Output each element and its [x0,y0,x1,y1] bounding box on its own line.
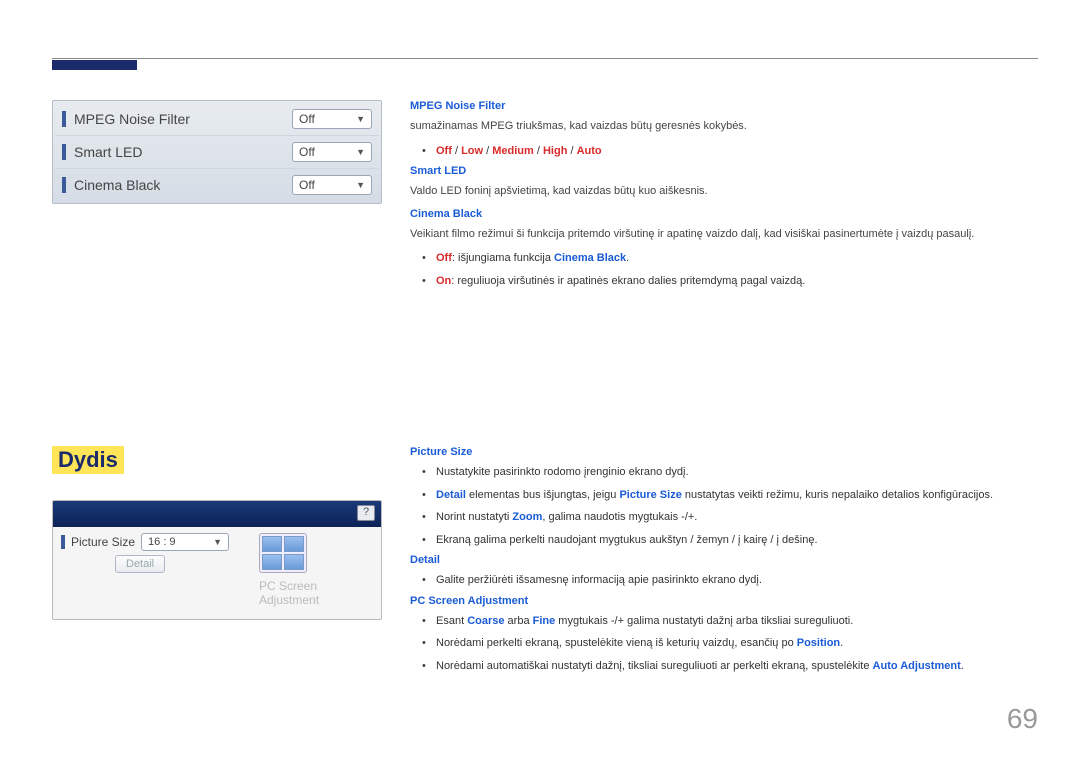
title-cinema: Cinema Black [410,208,1038,220]
dropdown-value: 16 : 9 [148,536,176,548]
title-smartled: Smart LED [410,165,1038,177]
chevron-down-icon: ▼ [356,147,365,157]
dropdown-smartled[interactable]: Off ▼ [292,142,372,162]
section-1: MPEG Noise Filter Off ▼ Smart LED Off ▼ … [52,100,1038,295]
position-grid[interactable] [259,533,307,573]
pcsa-b3: Norėdami automatiškai nustatyti dažnį, t… [422,658,1038,675]
dropdown-cinema[interactable]: Off ▼ [292,175,372,195]
desc-mpeg: sumažinamas MPEG triukšmas, kad vaizdas … [410,118,1038,135]
menu-label: Cinema Black [74,177,292,193]
ps-b4: Ekraną galima perkelti naudojant mygtuku… [422,532,1038,549]
header-accent [52,60,137,70]
ps-b1: Nustatykite pasirinkto rodomo įrenginio … [422,464,1038,481]
ps-b3: Norint nustatyti Zoom, galima naudotis m… [422,509,1038,526]
detail-b1: Galite peržiūrėti išsamesnę informaciją … [422,572,1038,589]
cinema-off: Off: išjungiama funkcija Cinema Black. [422,250,1038,267]
title-mpeg: MPEG Noise Filter [410,100,1038,112]
pos-cell[interactable] [262,536,282,552]
detail-button[interactable]: Detail [115,555,165,573]
section-2: Dydis ? Picture Size 16 : 9 ▼ Detail [52,446,1038,680]
ps-b2: Detail elementas bus išjungtas, jeigu Pi… [422,487,1038,504]
chevron-down-icon: ▼ [356,180,365,190]
picture-size-label: Picture Size [71,535,135,549]
dropdown-picture-size[interactable]: 16 : 9 ▼ [141,533,229,551]
header-rule [52,58,1038,59]
page-number: 69 [1007,703,1038,735]
dropdown-value: Off [299,112,315,126]
pcsa-b2: Norėdami perkelti ekraną, spustelėkite v… [422,635,1038,652]
pos-cell[interactable] [284,536,304,552]
screenshot-picture-size: ? Picture Size 16 : 9 ▼ Detail [52,500,382,620]
description-col-1: MPEG Noise Filter sumažinamas MPEG triuk… [410,100,1038,295]
title-pcsa: PC Screen Adjustment [410,595,1038,607]
dropdown-value: Off [299,145,315,159]
pos-cell[interactable] [284,554,304,570]
menu-row-mpeg: MPEG Noise Filter Off ▼ [55,103,379,136]
help-icon[interactable]: ? [357,505,375,521]
menu-row-cinema: Cinema Black Off ▼ [55,169,379,201]
desc-cinema: Veikiant filmo režimui ši funkcija prite… [410,226,1038,243]
psa-label: PC ScreenAdjustment [259,579,375,607]
heading-dydis: Dydis [52,446,124,474]
chevron-down-icon: ▼ [213,537,222,547]
row-indicator [62,177,66,193]
desc-smartled: Valdo LED foninį apšvietimą, kad vaizdas… [410,183,1038,200]
title-detail: Detail [410,554,1038,566]
menu-panel-1-container: MPEG Noise Filter Off ▼ Smart LED Off ▼ … [52,100,382,295]
opts-mpeg: Off / Low / Medium / High / Auto [422,143,1038,160]
menu-row-smartled: Smart LED Off ▼ [55,136,379,169]
pos-cell[interactable] [262,554,282,570]
description-col-2: Picture Size Nustatykite pasirinkto rodo… [410,446,1038,680]
row-indicator [62,144,66,160]
chevron-down-icon: ▼ [356,114,365,124]
pcsa-b1: Esant Coarse arba Fine mygtukais -/+ gal… [422,613,1038,630]
menu-label: MPEG Noise Filter [74,111,292,127]
screenshot-header: ? [53,501,381,527]
menu-label: Smart LED [74,144,292,160]
row-indicator [62,111,66,127]
row-indicator [61,535,65,549]
left-col-2: Dydis ? Picture Size 16 : 9 ▼ Detail [52,446,382,680]
dropdown-value: Off [299,178,315,192]
cinema-on: On: reguliuoja viršutinės ir apatinės ek… [422,273,1038,290]
title-picture-size: Picture Size [410,446,1038,458]
menu-panel-1: MPEG Noise Filter Off ▼ Smart LED Off ▼ … [52,100,382,204]
dropdown-mpeg[interactable]: Off ▼ [292,109,372,129]
